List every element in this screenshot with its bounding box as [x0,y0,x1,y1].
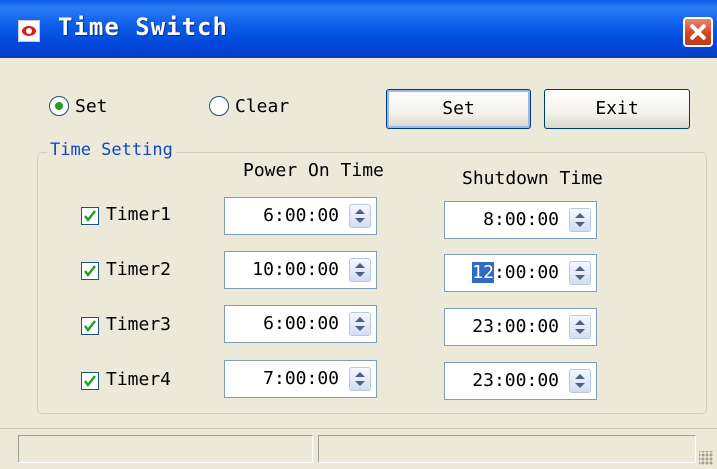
radio-selected-icon [49,96,69,116]
check-icon [84,320,96,333]
exit-button[interactable]: Exit [544,89,690,129]
spin-arrows-icon[interactable] [569,261,591,285]
spin-arrows-icon[interactable] [349,367,371,391]
radio-clear[interactable]: Clear [209,94,289,118]
check-icon [84,375,96,388]
shutdown-header: Shutdown Time [462,168,603,189]
check-icon [84,210,96,223]
spin-arrows-icon[interactable] [349,312,371,336]
resize-grip-icon[interactable] [699,451,713,465]
timer3-power-on-value[interactable]: 6:00:00 [225,306,343,342]
timer1-checkbox[interactable] [81,207,99,225]
timer2-power-on-value[interactable]: 10:00:00 [225,252,343,288]
group-legend: Time Setting [47,140,176,160]
timer4-power-on-value[interactable]: 7:00:00 [225,361,343,397]
timer2-power-on-field[interactable]: 10:00:00 [224,251,377,289]
timer4-checkbox[interactable] [81,372,99,390]
power-on-header: Power On Time [243,160,384,181]
timer3-power-on-field[interactable]: 6:00:00 [224,305,377,343]
status-bar [0,428,717,469]
window-title: Time Switch [58,13,228,41]
timer1-power-on-field[interactable]: 6:00:00 [224,197,377,235]
set-button[interactable]: Set [386,89,531,129]
timer2-checkbox[interactable] [81,262,99,280]
radio-clear-label: Clear [235,95,290,117]
check-icon [84,265,96,278]
radio-set[interactable]: Set [49,94,108,118]
timer1-label: Timer1 [106,204,172,225]
spin-arrows-icon[interactable] [349,204,371,228]
timer4-shutdown-value[interactable]: 23:00:00 [445,363,563,399]
timer4-power-on-field[interactable]: 7:00:00 [224,360,377,398]
timer3-shutdown-value[interactable]: 23:00:00 [445,309,563,345]
status-panel-right [318,435,696,463]
timer1-shutdown-field[interactable]: 8:00:00 [444,201,597,239]
radio-unselected-icon [209,96,229,116]
timer3-label: Timer3 [106,314,172,335]
title-bar[interactable]: Time Switch [0,0,717,58]
spin-arrows-icon[interactable] [569,208,591,232]
app-eye-icon [18,20,40,42]
timer4-label: Timer4 [106,369,172,390]
timer4-shutdown-field[interactable]: 23:00:00 [444,362,597,400]
timer1-power-on-value[interactable]: 6:00:00 [225,198,343,234]
close-icon[interactable] [683,17,713,47]
timer2-label: Timer2 [106,259,172,280]
status-panel-left [18,435,313,463]
timer1-shutdown-value[interactable]: 8:00:00 [445,202,563,238]
spin-arrows-icon[interactable] [569,369,591,393]
spin-arrows-icon[interactable] [349,258,371,282]
timer3-shutdown-field[interactable]: 23:00:00 [444,308,597,346]
timer2-shutdown-value[interactable]: 12:00:00 [445,255,563,291]
timer2-shutdown-field[interactable]: 12:00:00 [444,254,597,292]
radio-set-label: Set [75,95,108,117]
timer3-checkbox[interactable] [81,317,99,335]
shutdown-rest: :00:00 [493,262,559,283]
spin-arrows-icon[interactable] [569,315,591,339]
selected-hour: 12 [472,262,494,283]
